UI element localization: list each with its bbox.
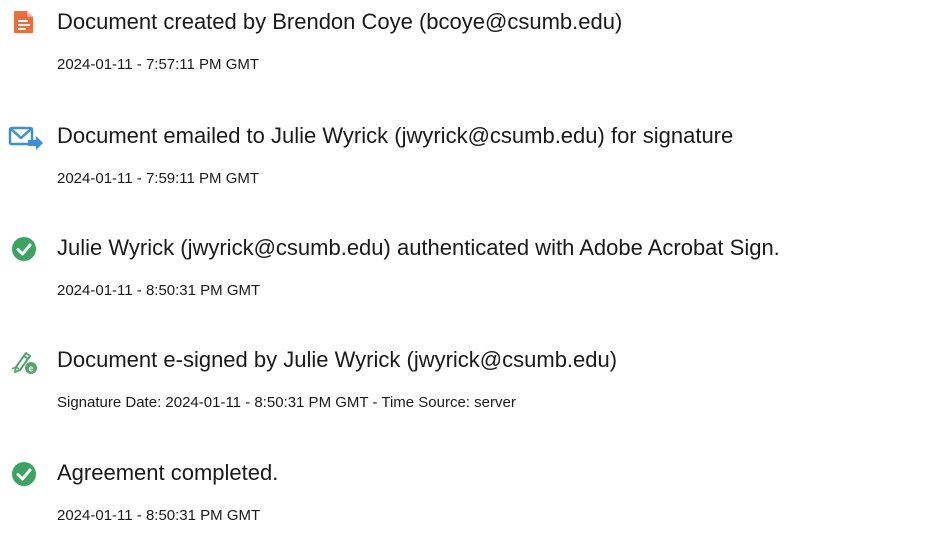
event-timestamp: 2024-01-11 - 7:57:11 PM GMT	[57, 56, 260, 73]
event-title: Julie Wyrick (jwyrick@csumb.edu) authent…	[57, 235, 780, 260]
event-title: Agreement completed.	[57, 460, 279, 485]
history-event-authenticated: Julie Wyrick (jwyrick@csumb.edu) authent…	[0, 226, 935, 306]
history-event-created: Document created by Brendon Coye (bcoye@…	[0, 0, 935, 80]
checkmark-circle-icon	[10, 235, 38, 263]
document-emailed-icon	[8, 123, 44, 151]
checkmark-circle-icon	[10, 460, 38, 488]
event-timestamp: Signature Date: 2024-01-11 - 8:50:31 PM …	[57, 394, 516, 411]
history-event-completed: Agreement completed. 2024-01-11 - 8:50:3…	[0, 451, 935, 531]
audit-history: Document created by Brendon Coye (bcoye@…	[0, 0, 935, 536]
event-title: Document e-signed by Julie Wyrick (jwyri…	[57, 347, 618, 372]
event-timestamp: 2024-01-11 - 8:50:31 PM GMT	[57, 507, 261, 524]
event-title: Document emailed to Julie Wyrick (jwyric…	[57, 123, 734, 148]
history-event-e-signed: e Document e-signed by Julie Wyrick (jwy…	[0, 338, 935, 418]
e-signed-pen-icon: e	[10, 347, 38, 375]
svg-text:e: e	[28, 364, 33, 374]
event-timestamp: 2024-01-11 - 7:59:11 PM GMT	[57, 170, 260, 187]
document-created-icon	[10, 7, 38, 35]
event-timestamp: 2024-01-11 - 8:50:31 PM GMT	[57, 282, 261, 299]
history-event-emailed: Document emailed to Julie Wyrick (jwyric…	[0, 114, 935, 194]
event-title: Document created by Brendon Coye (bcoye@…	[57, 9, 623, 34]
